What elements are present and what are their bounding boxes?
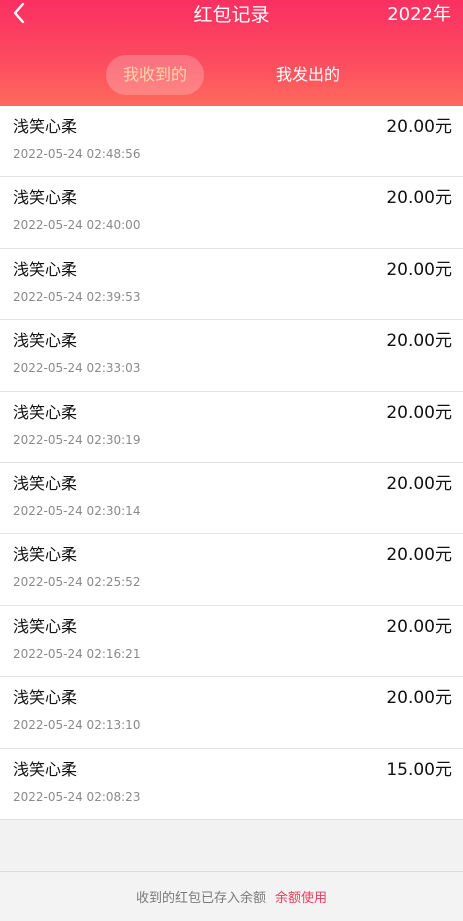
record-time: 2022-05-24 02:16:21 [13, 646, 141, 661]
sender-name: 浅笑心柔 [13, 473, 78, 493]
record-amount: 20.00元 [386, 188, 452, 209]
record-time: 2022-05-24 02:39:53 [13, 289, 141, 304]
record-amount: 20.00元 [386, 545, 452, 566]
record-amount: 20.00元 [386, 259, 452, 280]
header-bar: 红包记录 2022年 我收到的 我发出的 [0, 0, 463, 106]
balance-note: 收到的红包已存入余额 [135, 891, 266, 906]
record-time: 2022-05-24 02:08:23 [13, 789, 141, 804]
list-item[interactable]: 浅笑心柔 2022-05-24 02:39:53 20.00元 [0, 249, 463, 321]
record-amount: 20.00元 [386, 402, 452, 423]
list-item[interactable]: 浅笑心柔 2022-05-24 02:30:19 20.00元 [0, 392, 463, 463]
record-amount: 20.00元 [386, 688, 452, 709]
list-item[interactable]: 浅笑心柔 2022-05-24 02:48:56 20.00元 [0, 106, 463, 178]
list-item[interactable]: 浅笑心柔 2022-05-24 02:13:10 20.00元 [0, 677, 463, 749]
record-time: 2022-05-24 02:48:56 [13, 147, 141, 161]
record-time: 2022-05-24 02:30:19 [13, 432, 141, 447]
record-time: 2022-05-24 02:30:14 [13, 503, 141, 518]
tab-sent[interactable]: 我发出的 [262, 55, 354, 95]
sender-name: 浅笑心柔 [13, 688, 78, 708]
record-time: 2022-05-24 02:13:10 [13, 718, 141, 733]
footer-bar: 收到的红包已存入余额 余额使用 [0, 871, 463, 921]
list-item[interactable]: 浅笑心柔 2022-05-24 02:40:00 20.00元 [0, 177, 463, 249]
sender-name: 浅笑心柔 [13, 545, 78, 565]
record-amount: 15.00元 [386, 759, 452, 780]
record-list: 浅笑心柔 2022-05-24 02:48:56 20.00元 浅笑心柔 202… [0, 106, 463, 820]
list-item[interactable]: 浅笑心柔 2022-05-24 02:33:03 20.00元 [0, 320, 463, 392]
sender-name: 浅笑心柔 [13, 259, 78, 279]
balance-use-link[interactable]: 余额使用 [275, 887, 327, 906]
record-time: 2022-05-24 02:33:03 [13, 361, 141, 376]
list-item[interactable]: 浅笑心柔 2022-05-24 02:25:52 20.00元 [0, 534, 463, 606]
sender-name: 浅笑心柔 [13, 117, 78, 136]
list-item[interactable]: 浅笑心柔 2022-05-24 02:08:23 15.00元 [0, 749, 463, 820]
sender-name: 浅笑心柔 [13, 402, 78, 422]
record-time: 2022-05-24 02:40:00 [13, 218, 141, 233]
list-item[interactable]: 浅笑心柔 2022-05-24 02:30:14 20.00元 [0, 463, 463, 535]
list-item[interactable]: 浅笑心柔 2022-05-24 02:16:21 20.00元 [0, 606, 463, 678]
tab-received[interactable]: 我收到的 [106, 55, 204, 95]
sender-name: 浅笑心柔 [13, 188, 78, 208]
record-amount: 20.00元 [386, 331, 452, 352]
sender-name: 浅笑心柔 [13, 331, 78, 351]
record-amount: 20.00元 [386, 473, 452, 494]
sender-name: 浅笑心柔 [13, 759, 78, 779]
record-amount: 20.00元 [386, 117, 452, 137]
record-amount: 20.00元 [386, 616, 452, 637]
sender-name: 浅笑心柔 [13, 616, 78, 636]
year-selector[interactable]: 2022年 [387, 4, 451, 26]
record-time: 2022-05-24 02:25:52 [13, 575, 141, 590]
